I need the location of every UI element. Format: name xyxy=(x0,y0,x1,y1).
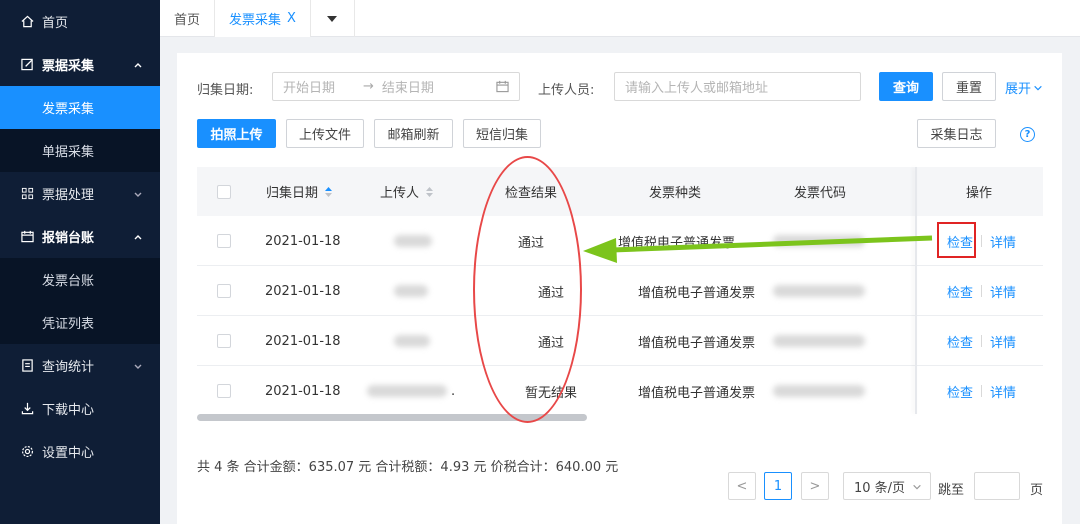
annotation-arrow xyxy=(583,235,933,263)
annotation-highlight-box xyxy=(937,222,976,258)
